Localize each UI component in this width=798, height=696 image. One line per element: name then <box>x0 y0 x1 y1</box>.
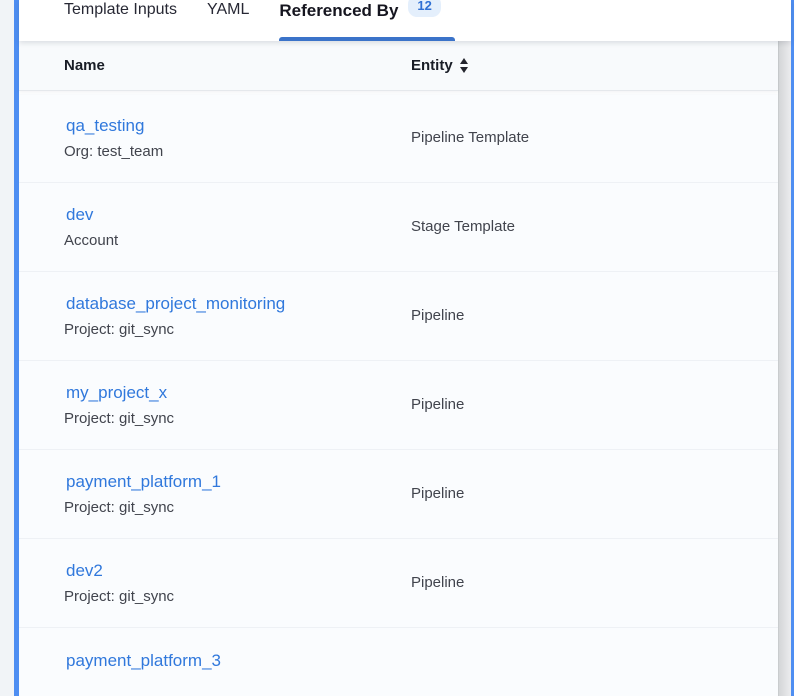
scope-label: Project: git_sync <box>64 499 411 517</box>
scope-label: Account <box>64 232 411 250</box>
scope-label: Project: git_sync <box>64 588 411 606</box>
entity-name-link[interactable]: qa_testing <box>66 115 411 136</box>
table-row: dev Account Stage Template <box>19 183 778 272</box>
table-header-row: Name Entity <box>19 41 778 91</box>
sort-up-arrow-icon <box>460 58 468 64</box>
name-cell: payment_platform_3 <box>64 650 411 693</box>
name-cell: payment_platform_1 Project: git_sync <box>64 471 411 517</box>
name-cell: database_project_monitoring Project: git… <box>64 293 411 339</box>
entity-name-link[interactable]: dev2 <box>66 560 411 581</box>
active-tab-underline <box>279 37 455 41</box>
scope-label: Project: git_sync <box>64 321 411 339</box>
scope-label <box>64 679 411 694</box>
tab-template-inputs[interactable]: Template Inputs <box>64 0 177 41</box>
entity-cell: Pipeline <box>411 307 778 325</box>
column-header-name: Name <box>64 57 411 74</box>
table-row: dev2 Project: git_sync Pipeline <box>19 539 778 628</box>
entity-type-label: Pipeline <box>411 396 464 413</box>
template-details-drawer: Template Inputs YAML Referenced By 12 Na… <box>14 0 794 696</box>
entity-type-label: Pipeline <box>411 485 464 502</box>
tab-yaml[interactable]: YAML <box>207 0 249 41</box>
entity-type-label: Stage Template <box>411 218 515 235</box>
entity-name-link[interactable]: dev <box>66 204 411 225</box>
scope-label: Org: test_team <box>64 143 411 161</box>
sort-icon[interactable] <box>460 58 468 73</box>
right-edge-strip <box>794 0 798 696</box>
tab-referenced-by[interactable]: Referenced By 12 <box>279 0 455 41</box>
table-row: payment_platform_3 <box>19 628 778 696</box>
entity-cell: Pipeline <box>411 396 778 414</box>
table-row: payment_platform_1 Project: git_sync Pip… <box>19 450 778 539</box>
entity-cell: Pipeline Template <box>411 129 778 147</box>
name-cell: my_project_x Project: git_sync <box>64 382 411 428</box>
entity-type-label: Pipeline <box>411 574 464 591</box>
column-header-entity[interactable]: Entity <box>411 57 778 74</box>
entity-name-link[interactable]: my_project_x <box>66 382 411 403</box>
column-header-entity-label: Entity <box>411 57 453 74</box>
table-row: my_project_x Project: git_sync Pipeline <box>19 361 778 450</box>
tab-bar: Template Inputs YAML Referenced By 12 <box>19 0 791 41</box>
column-header-name-label: Name <box>64 57 105 74</box>
entity-name-link[interactable]: payment_platform_3 <box>66 650 411 671</box>
scope-label: Project: git_sync <box>64 410 411 428</box>
tab-label: Referenced By <box>279 1 398 21</box>
table-row: database_project_monitoring Project: git… <box>19 272 778 361</box>
entity-cell: Pipeline <box>411 574 778 592</box>
tab-label: YAML <box>207 1 249 19</box>
vertical-scrollbar[interactable] <box>778 41 791 696</box>
entity-name-link[interactable]: payment_platform_1 <box>66 471 411 492</box>
page: Template Inputs YAML Referenced By 12 Na… <box>0 0 798 696</box>
table-row: qa_testing Org: test_team Pipeline Templ… <box>19 94 778 183</box>
tab-label: Template Inputs <box>64 1 177 19</box>
entity-name-link[interactable]: database_project_monitoring <box>66 293 411 314</box>
referenced-by-count-badge: 12 <box>408 0 440 17</box>
entity-type-label: Pipeline <box>411 307 464 324</box>
name-cell: qa_testing Org: test_team <box>64 115 411 161</box>
name-cell: dev Account <box>64 204 411 250</box>
table-body: qa_testing Org: test_team Pipeline Templ… <box>19 94 778 696</box>
entity-cell: Pipeline <box>411 485 778 503</box>
entity-cell: Stage Template <box>411 218 778 236</box>
name-cell: dev2 Project: git_sync <box>64 560 411 606</box>
entity-type-label: Pipeline Template <box>411 129 529 146</box>
sort-down-arrow-icon <box>460 67 468 73</box>
